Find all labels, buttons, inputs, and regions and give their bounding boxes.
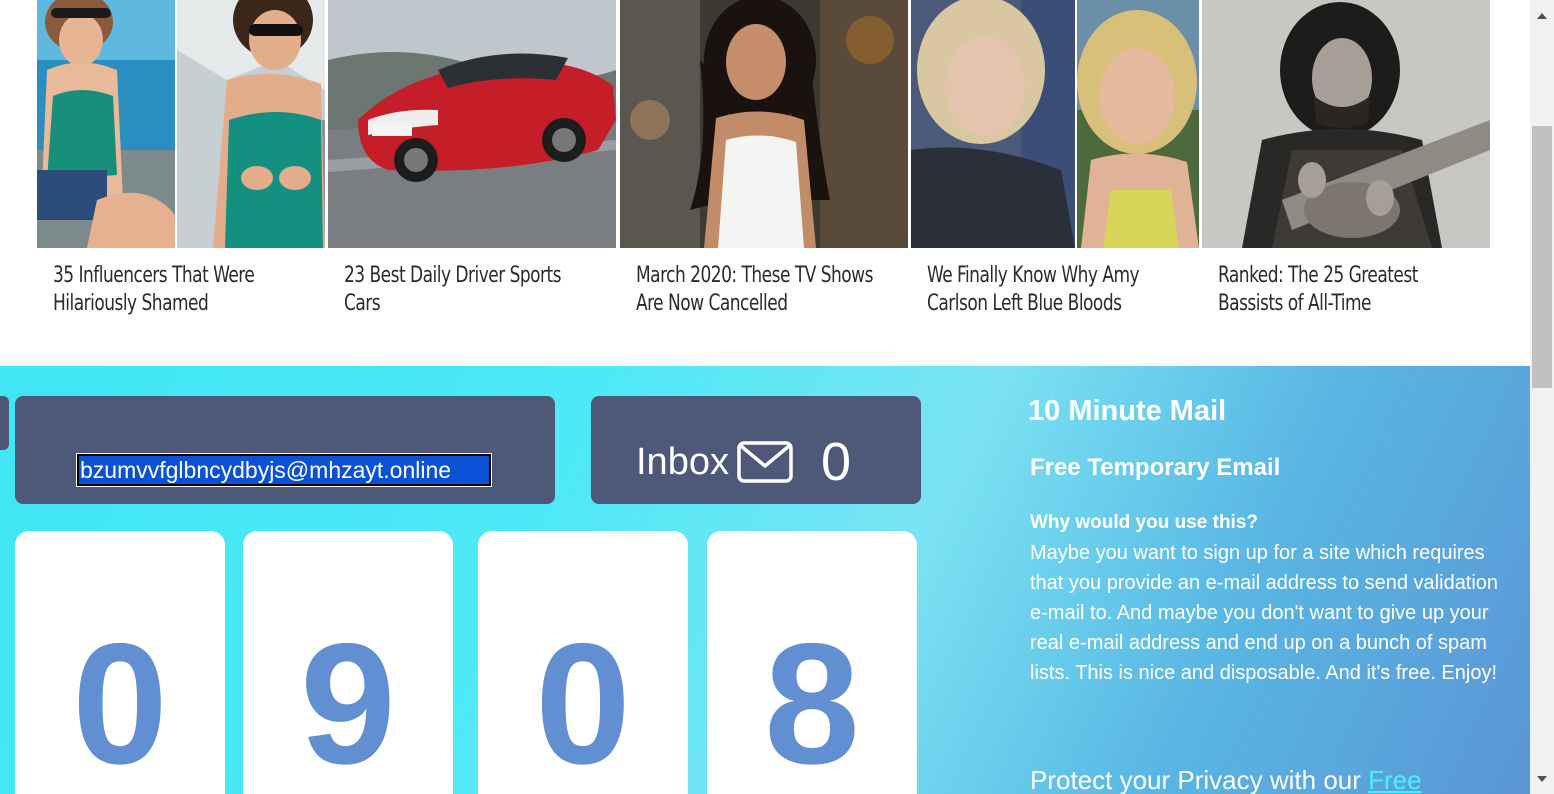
- email-address-panel: bzumvvfglbncydbyjs@mhzayt.online: [15, 396, 555, 504]
- subtitle: Free Temporary Email: [1030, 454, 1281, 481]
- promo-title-3[interactable]: March 2020: These TV Shows Are Now Cance…: [636, 262, 894, 318]
- timer-digit-1: 0: [72, 608, 168, 794]
- description-text: Maybe you want to sign up for a site whi…: [1030, 542, 1499, 684]
- promo-image-1[interactable]: [37, 0, 325, 248]
- side-tab[interactable]: [0, 396, 9, 450]
- timer-digit-card-2: 9: [243, 531, 453, 794]
- promo-image-4[interactable]: [911, 0, 1199, 248]
- promo-image-5[interactable]: [1202, 0, 1490, 248]
- inbox-label: Inbox: [636, 441, 729, 483]
- promo-card-3[interactable]: March 2020: These TV Shows Are Now Cance…: [620, 0, 908, 330]
- scrollbar-thumb[interactable]: [1532, 126, 1552, 388]
- promo-card-5[interactable]: Ranked: The 25 Greatest Bassists of All-…: [1202, 0, 1490, 330]
- scroll-down-arrow-icon[interactable]: [1530, 766, 1554, 794]
- timer-digit-4: 8: [764, 608, 860, 794]
- envelope-icon: [737, 441, 793, 483]
- timer-digit-card-3: 0: [478, 531, 688, 794]
- timer-digit-2: 9: [300, 608, 396, 794]
- scroll-up-arrow-icon[interactable]: [1530, 0, 1554, 30]
- brand-title: 10 Minute Mail: [1028, 395, 1227, 427]
- email-address-field[interactable]: bzumvvfglbncydbyjs@mhzayt.online: [76, 453, 492, 487]
- promoted-content-strip: 35 Influencers That Were Hilariously Sha…: [37, 0, 1490, 366]
- privacy-line: Protect your Privacy with our Free: [1030, 764, 1422, 794]
- timer-digit-3: 0: [535, 608, 631, 794]
- promo-image-2[interactable]: [328, 0, 616, 248]
- promo-title-1[interactable]: 35 Influencers That Were Hilariously Sha…: [53, 262, 311, 318]
- inbox-count: 0: [821, 432, 852, 492]
- promo-card-2[interactable]: 23 Best Daily Driver Sports Cars: [328, 0, 616, 330]
- timer-digit-card-1: 0: [15, 531, 225, 794]
- vertical-scrollbar[interactable]: [1530, 0, 1554, 794]
- promo-image-3[interactable]: [620, 0, 908, 248]
- promo-card-1[interactable]: 35 Influencers That Were Hilariously Sha…: [37, 0, 325, 330]
- temp-mail-section: bzumvvfglbncydbyjs@mhzayt.online Inbox 0…: [0, 366, 1530, 794]
- timer-digit-card-4: 8: [707, 531, 917, 794]
- promo-title-2[interactable]: 23 Best Daily Driver Sports Cars: [344, 262, 602, 318]
- why-heading: Why would you use this?: [1030, 512, 1258, 533]
- promo-title-5[interactable]: Ranked: The 25 Greatest Bassists of All-…: [1218, 262, 1476, 318]
- free-link[interactable]: Free: [1368, 765, 1421, 794]
- promo-card-4[interactable]: We Finally Know Why Amy Carlson Left Blu…: [911, 0, 1199, 330]
- inbox-button[interactable]: Inbox 0: [591, 396, 921, 504]
- promo-title-4[interactable]: We Finally Know Why Amy Carlson Left Blu…: [927, 262, 1185, 318]
- privacy-text: Protect your Privacy with our: [1030, 765, 1361, 794]
